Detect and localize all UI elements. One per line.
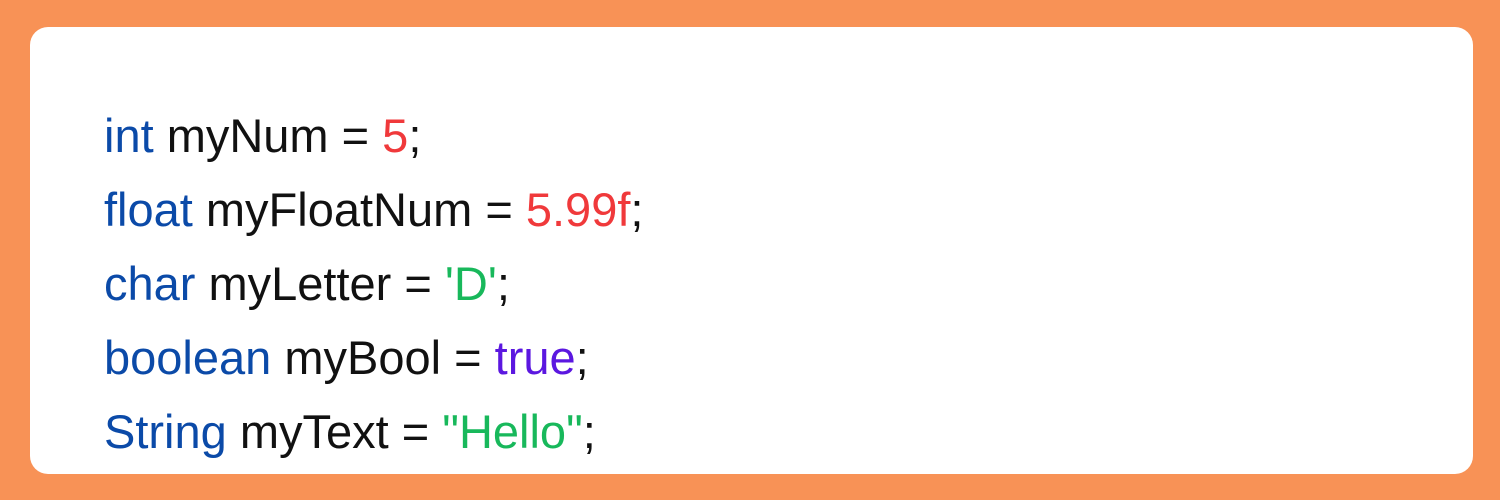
semicolon: ;	[408, 109, 422, 162]
semicolon: ;	[575, 331, 589, 384]
type-keyword: String	[104, 405, 227, 458]
code-line-char: char myLetter = 'D';	[104, 247, 643, 321]
variable-name: myText	[239, 405, 389, 458]
code-line-float: float myFloatNum = 5.99f;	[104, 173, 643, 247]
type-keyword: boolean	[104, 331, 272, 384]
semicolon: ;	[630, 183, 644, 236]
code-block: int myNum = 5; float myFloatNum = 5.99f;…	[104, 99, 643, 469]
type-keyword: char	[104, 257, 196, 310]
assignment-operator: =	[454, 331, 482, 384]
code-line-boolean: boolean myBool = true;	[104, 321, 643, 395]
code-line-int: int myNum = 5;	[104, 99, 643, 173]
variable-name: myLetter	[208, 257, 392, 310]
semicolon: ;	[496, 257, 510, 310]
assignment-operator: =	[401, 405, 430, 458]
assignment-operator: =	[485, 183, 513, 236]
variable-name: myFloatNum	[205, 183, 473, 236]
assignment-operator: =	[404, 257, 432, 310]
number-literal: 5	[382, 109, 409, 162]
code-card: int myNum = 5; float myFloatNum = 5.99f;…	[30, 27, 1473, 474]
assignment-operator: =	[341, 109, 370, 162]
variable-name: myNum	[166, 109, 329, 162]
type-keyword: float	[104, 183, 193, 236]
code-line-string: String myText = "Hello";	[104, 395, 643, 469]
string-literal: "Hello"	[442, 405, 583, 458]
boolean-literal: true	[494, 331, 576, 384]
type-keyword: int	[104, 109, 154, 162]
number-literal: 5.99f	[525, 183, 631, 236]
variable-name: myBool	[284, 331, 442, 384]
char-literal: 'D'	[444, 257, 497, 310]
semicolon: ;	[582, 405, 596, 458]
